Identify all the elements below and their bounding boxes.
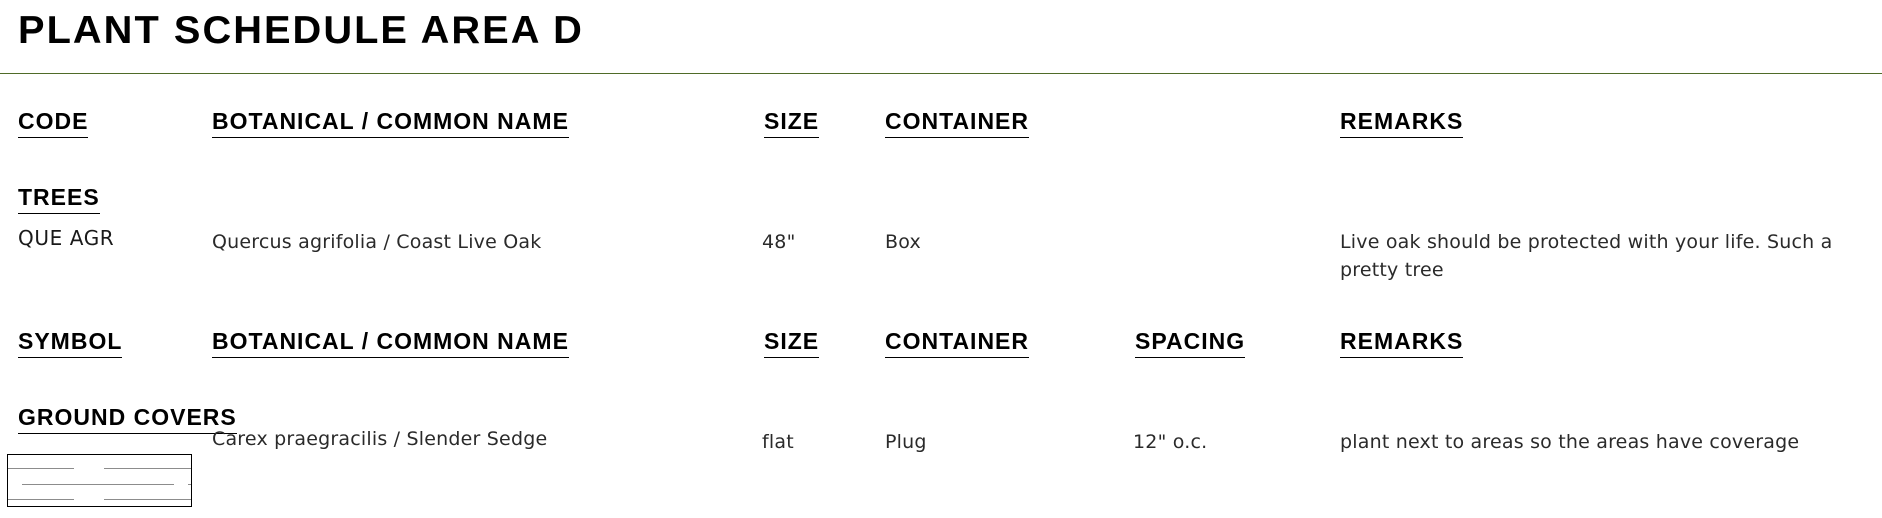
groundcover-header-spacing-label: SPACING — [1135, 328, 1246, 358]
hatch-dash — [156, 499, 191, 500]
groundcover-header-botanical-label: BOTANICAL / COMMON NAME — [212, 328, 569, 358]
page-title: PLANT SCHEDULE AREA D — [18, 9, 584, 52]
groundcover-header-botanical: BOTANICAL / COMMON NAME — [212, 328, 569, 358]
table-row-groundcover-size: flat — [762, 431, 794, 453]
tree-header-remarks-label: REMARKS — [1340, 108, 1464, 138]
groundcover-header-spacing: SPACING — [1135, 328, 1246, 358]
symbol-swatch-ground-cover — [7, 454, 192, 507]
tree-header-container-label: CONTAINER — [885, 108, 1030, 138]
table-row-groundcover-botanical: Carex praegracilis / Slender Sedge — [212, 428, 548, 450]
groundcover-header-symbol: SYMBOL — [18, 328, 123, 358]
hatch-dash — [156, 468, 191, 469]
table-row-tree-remarks: Live oak should be protected with your l… — [1340, 231, 1833, 281]
table-row-tree-botanical: Quercus agrifolia / Coast Live Oak — [212, 231, 542, 253]
tree-header-code-label: CODE — [18, 108, 89, 138]
tree-header-container: CONTAINER — [885, 108, 1030, 138]
table-row-groundcover-spacing: 12" o.c. — [1133, 431, 1208, 453]
section-trees: TREES — [18, 184, 100, 214]
groundcover-header-size: SIZE — [764, 328, 820, 358]
hatch-dash — [188, 484, 191, 485]
tree-header-botanical: BOTANICAL / COMMON NAME — [212, 108, 569, 138]
tree-header-botanical-label: BOTANICAL / COMMON NAME — [212, 108, 569, 138]
section-trees-label: TREES — [18, 184, 100, 214]
groundcover-header-symbol-label: SYMBOL — [18, 328, 123, 358]
plant-schedule-sheet: PLANT SCHEDULE AREA D CODE BOTANICAL / C… — [0, 0, 1882, 518]
groundcover-header-container: CONTAINER — [885, 328, 1030, 358]
title-divider — [0, 73, 1882, 74]
tree-header-size-label: SIZE — [764, 108, 820, 138]
hatch-dash — [22, 484, 174, 485]
table-row-tree-code: QUE AGR — [18, 226, 115, 250]
hatch-dash — [8, 499, 74, 500]
tree-header-code: CODE — [18, 108, 89, 138]
groundcover-header-remarks-label: REMARKS — [1340, 328, 1464, 358]
groundcover-header-size-label: SIZE — [764, 328, 820, 358]
groundcover-header-remarks: REMARKS — [1340, 328, 1464, 358]
groundcover-header-container-label: CONTAINER — [885, 328, 1030, 358]
tree-header-size: SIZE — [764, 108, 820, 138]
table-row-tree-container: Box — [885, 231, 921, 253]
table-row-groundcover-container: Plug — [885, 431, 927, 453]
table-row-groundcover-remarks: plant next to areas so the areas have co… — [1340, 431, 1800, 453]
section-ground-covers-label: GROUND COVERS — [18, 404, 237, 434]
hatch-dash — [8, 468, 74, 469]
table-row-tree-size: 48" — [762, 231, 796, 253]
section-ground-covers: GROUND COVERS — [18, 404, 237, 434]
tree-header-remarks: REMARKS — [1340, 108, 1464, 138]
